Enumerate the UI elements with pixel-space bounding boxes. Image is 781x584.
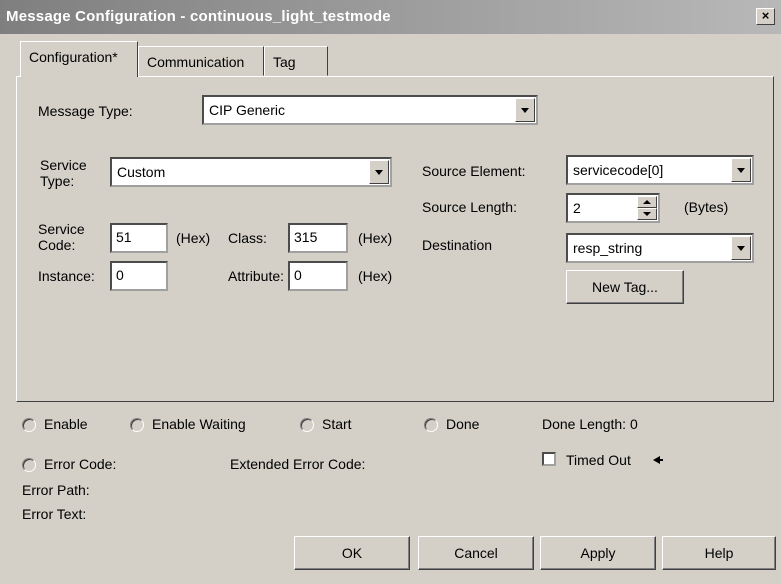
spin-up-icon[interactable]	[637, 196, 657, 208]
error-text-label: Error Text:	[22, 506, 87, 522]
error-code-label: Error Code:	[44, 456, 117, 472]
help-button[interactable]: Help	[662, 536, 776, 570]
start-indicator	[300, 418, 314, 432]
message-type-label: Message Type:	[38, 103, 133, 119]
spin-down-icon[interactable]	[637, 208, 657, 220]
instance-label: Instance:	[38, 268, 95, 284]
destination-label: Destination	[422, 237, 493, 253]
apply-button[interactable]: Apply	[540, 536, 656, 570]
arrow-left-icon	[653, 456, 663, 464]
cancel-button[interactable]: Cancel	[418, 536, 534, 570]
service-type-label-line1: Service	[40, 157, 87, 173]
service-code-label: Service Code:	[38, 221, 85, 253]
done-indicator	[424, 418, 438, 432]
extended-error-code-label: Extended Error Code:	[230, 456, 366, 472]
service-code-label-line1: Service	[38, 221, 85, 237]
source-element-value: servicecode[0]	[573, 162, 664, 178]
class-unit: (Hex)	[358, 230, 393, 246]
chevron-down-icon[interactable]	[515, 98, 535, 122]
error-code-indicator	[22, 458, 36, 472]
spinner-icon[interactable]	[637, 196, 657, 220]
source-length-unit: (Bytes)	[684, 199, 729, 215]
class-input[interactable]: 315	[288, 223, 348, 253]
service-code-label-line2: Code:	[38, 237, 76, 253]
chevron-down-icon[interactable]	[369, 160, 389, 184]
new-tag-button[interactable]: New Tag...	[566, 270, 684, 304]
enable-waiting-indicator	[130, 418, 144, 432]
instance-input[interactable]: 0	[110, 261, 168, 291]
start-label: Start	[322, 416, 352, 432]
service-type-dropdown[interactable]: Custom	[110, 157, 392, 187]
service-type-label-line2: Type:	[40, 173, 75, 189]
service-type-value: Custom	[117, 164, 166, 180]
attribute-label: Attribute:	[228, 268, 285, 284]
error-path-label: Error Path:	[22, 482, 90, 498]
timed-out-checkbox[interactable]	[542, 452, 556, 466]
source-length-stepper[interactable]: 2	[566, 193, 660, 223]
class-label: Class:	[228, 230, 267, 246]
attribute-input[interactable]: 0	[288, 261, 348, 291]
message-type-value: CIP Generic	[209, 102, 285, 118]
enable-waiting-label: Enable Waiting	[152, 416, 246, 432]
source-length-label: Source Length:	[422, 199, 517, 215]
enable-label: Enable	[44, 416, 88, 432]
destination-dropdown[interactable]: resp_string	[566, 233, 754, 263]
ok-button[interactable]: OK	[294, 536, 410, 570]
source-element-dropdown[interactable]: servicecode[0]	[566, 155, 754, 185]
done-label: Done	[446, 416, 480, 432]
timed-out-label: Timed Out	[566, 452, 631, 468]
destination-value: resp_string	[573, 240, 643, 256]
enable-indicator	[22, 418, 36, 432]
service-type-label: Service Type:	[40, 157, 87, 189]
chevron-down-icon[interactable]	[731, 158, 751, 182]
message-type-dropdown[interactable]: CIP Generic	[202, 95, 538, 125]
source-length-value: 2	[573, 200, 581, 216]
chevron-down-icon[interactable]	[731, 236, 751, 260]
attribute-unit: (Hex)	[358, 268, 393, 284]
service-code-unit: (Hex)	[176, 230, 211, 246]
source-element-label: Source Element:	[422, 163, 526, 179]
service-code-input[interactable]: 51	[110, 223, 168, 253]
done-length: Done Length: 0	[542, 416, 638, 432]
